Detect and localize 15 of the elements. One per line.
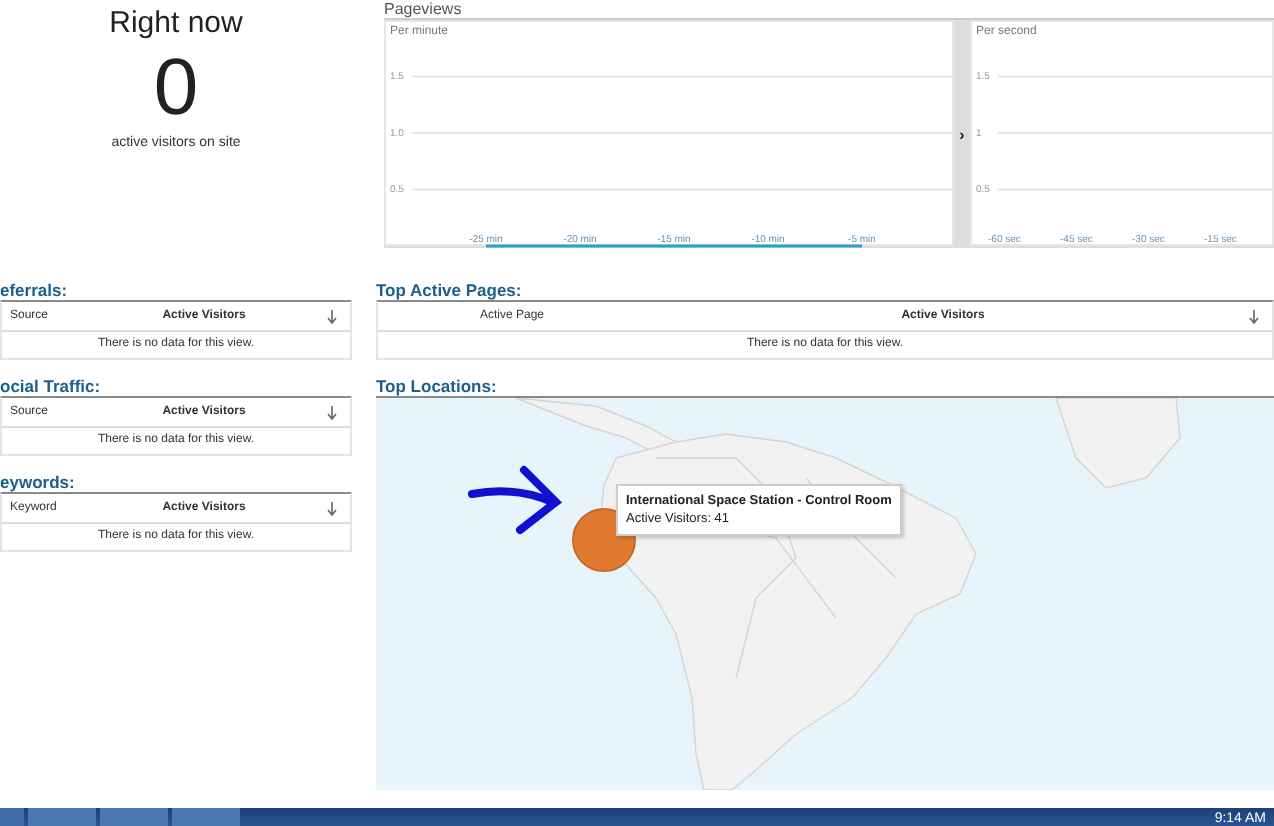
section-title: ocial Traffic: <box>0 376 103 396</box>
pageviews-title: Pageviews <box>384 0 464 18</box>
sort-arrow-icon[interactable] <box>326 405 338 419</box>
expand-toggle[interactable]: › <box>954 20 970 248</box>
section-title: eferrals: <box>0 280 70 300</box>
hand-drawn-arrow <box>468 466 560 534</box>
sort-arrow-icon[interactable] <box>326 309 338 323</box>
section-title: Top Active Pages: <box>376 280 524 300</box>
section-title: Top Locations: <box>376 376 499 396</box>
sort-arrow-icon[interactable] <box>326 501 338 515</box>
visitor-count: 0 <box>153 44 199 132</box>
start-button[interactable] <box>0 808 24 826</box>
sort-arrow-icon[interactable] <box>1248 309 1260 323</box>
right-now-title: Right now <box>109 6 243 40</box>
section-title: eywords: <box>0 472 77 492</box>
